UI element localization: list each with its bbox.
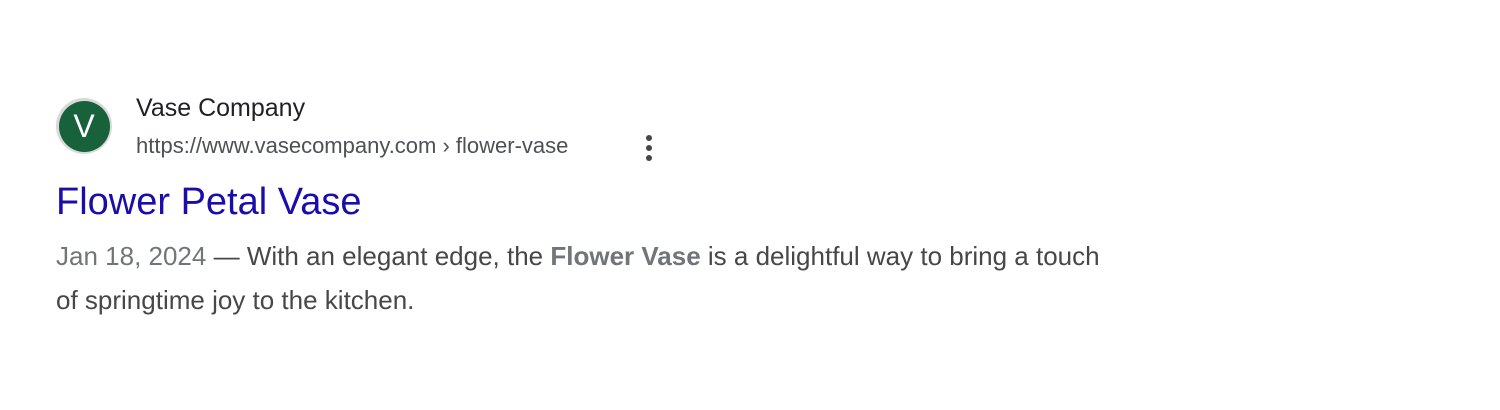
snippet-text-before: With an elegant edge, the	[246, 241, 551, 271]
site-header: V Vase Company https://www.vasecompany.c…	[56, 94, 1116, 164]
result-date: Jan 18, 2024	[56, 241, 207, 271]
more-vertical-icon	[646, 135, 652, 141]
site-name[interactable]: Vase Company	[136, 94, 305, 123]
site-url[interactable]: https://www.vasecompany.com › flower-vas…	[136, 133, 568, 159]
more-vertical-icon-dot	[646, 155, 652, 161]
search-result: V Vase Company https://www.vasecompany.c…	[56, 94, 1116, 322]
site-favicon[interactable]: V	[56, 98, 112, 154]
date-separator: —	[206, 241, 247, 271]
more-options-button[interactable]	[634, 132, 664, 164]
snippet-highlight: Flower Vase	[550, 241, 701, 271]
result-title-link[interactable]: Flower Petal Vase	[56, 180, 1116, 224]
more-vertical-icon-dot	[646, 145, 652, 151]
result-snippet: Jan 18, 2024 — With an elegant edge, the…	[56, 234, 1116, 322]
favicon-letter: V	[58, 100, 110, 152]
